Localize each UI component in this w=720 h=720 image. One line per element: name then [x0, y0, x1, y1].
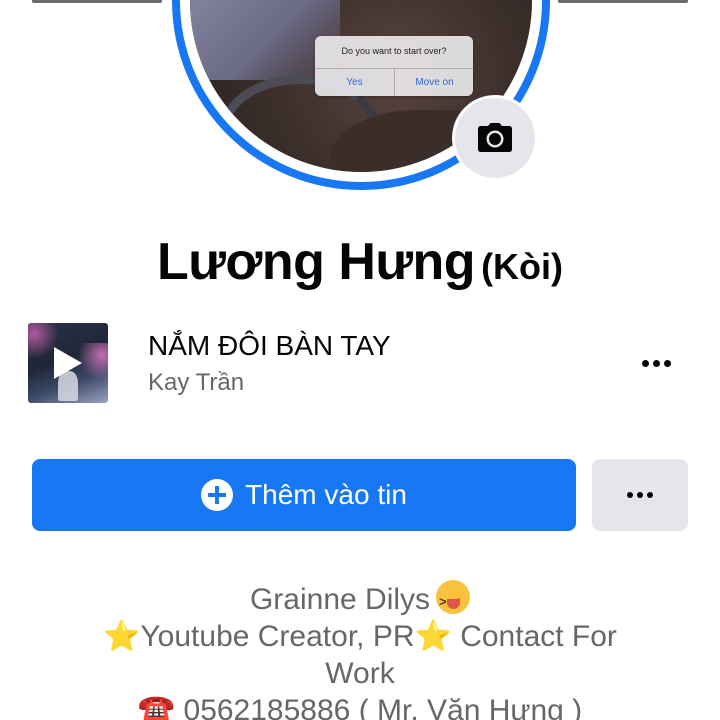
plus-circle-icon: [201, 479, 234, 511]
more-dots-icon: [627, 492, 633, 498]
play-icon[interactable]: [54, 347, 82, 379]
profile-name-main: Lương Hưng: [156, 233, 476, 291]
music-artist[interactable]: Kay Trần: [148, 369, 244, 397]
telephone-emoji-icon: ☎️: [137, 694, 176, 720]
dialog-question: Do you want to start over?: [341, 46, 447, 56]
profile-alternate-name: (Kòi): [481, 246, 564, 287]
cover-photo-thumb-right[interactable]: [558, 0, 688, 3]
cover-photo-thumb-left[interactable]: [32, 0, 162, 3]
bio-line-3: Work: [325, 657, 395, 690]
squinting-tongue-emoji-icon: [436, 580, 471, 620]
music-more-button[interactable]: [634, 348, 678, 378]
profile-bio: Grainne Dilys ⭐Youtube Creator, PR⭐ Cont…: [60, 580, 660, 720]
music-cover-art[interactable]: [28, 323, 108, 403]
dialog-yes: Yes: [346, 77, 363, 88]
bio-line-1: Grainne Dilys: [60, 580, 660, 620]
star-emoji-icon: ⭐: [414, 620, 452, 653]
change-photo-button[interactable]: [452, 95, 538, 181]
music-title[interactable]: NẮM ĐÔI BÀN TAY: [148, 330, 391, 362]
profile-more-button[interactable]: [592, 459, 688, 531]
add-to-story-button[interactable]: Thêm vào tin: [32, 459, 576, 531]
photo-dialog: Do you want to start over? Yes Move on: [315, 36, 473, 96]
star-emoji-icon: ⭐: [103, 620, 141, 653]
profile-name: Lương Hưng (Kòi): [0, 232, 720, 292]
more-dots-icon: [641, 359, 649, 367]
add-to-story-label: Thêm vào tin: [245, 479, 407, 510]
bio-line-2: ⭐Youtube Creator, PR⭐ Contact For: [103, 620, 617, 653]
dialog-move-on: Move on: [415, 77, 454, 88]
bio-line-4: ☎️ 0562185886 ( Mr. Văn Hưng ): [60, 692, 660, 720]
camera-icon: [478, 123, 512, 152]
